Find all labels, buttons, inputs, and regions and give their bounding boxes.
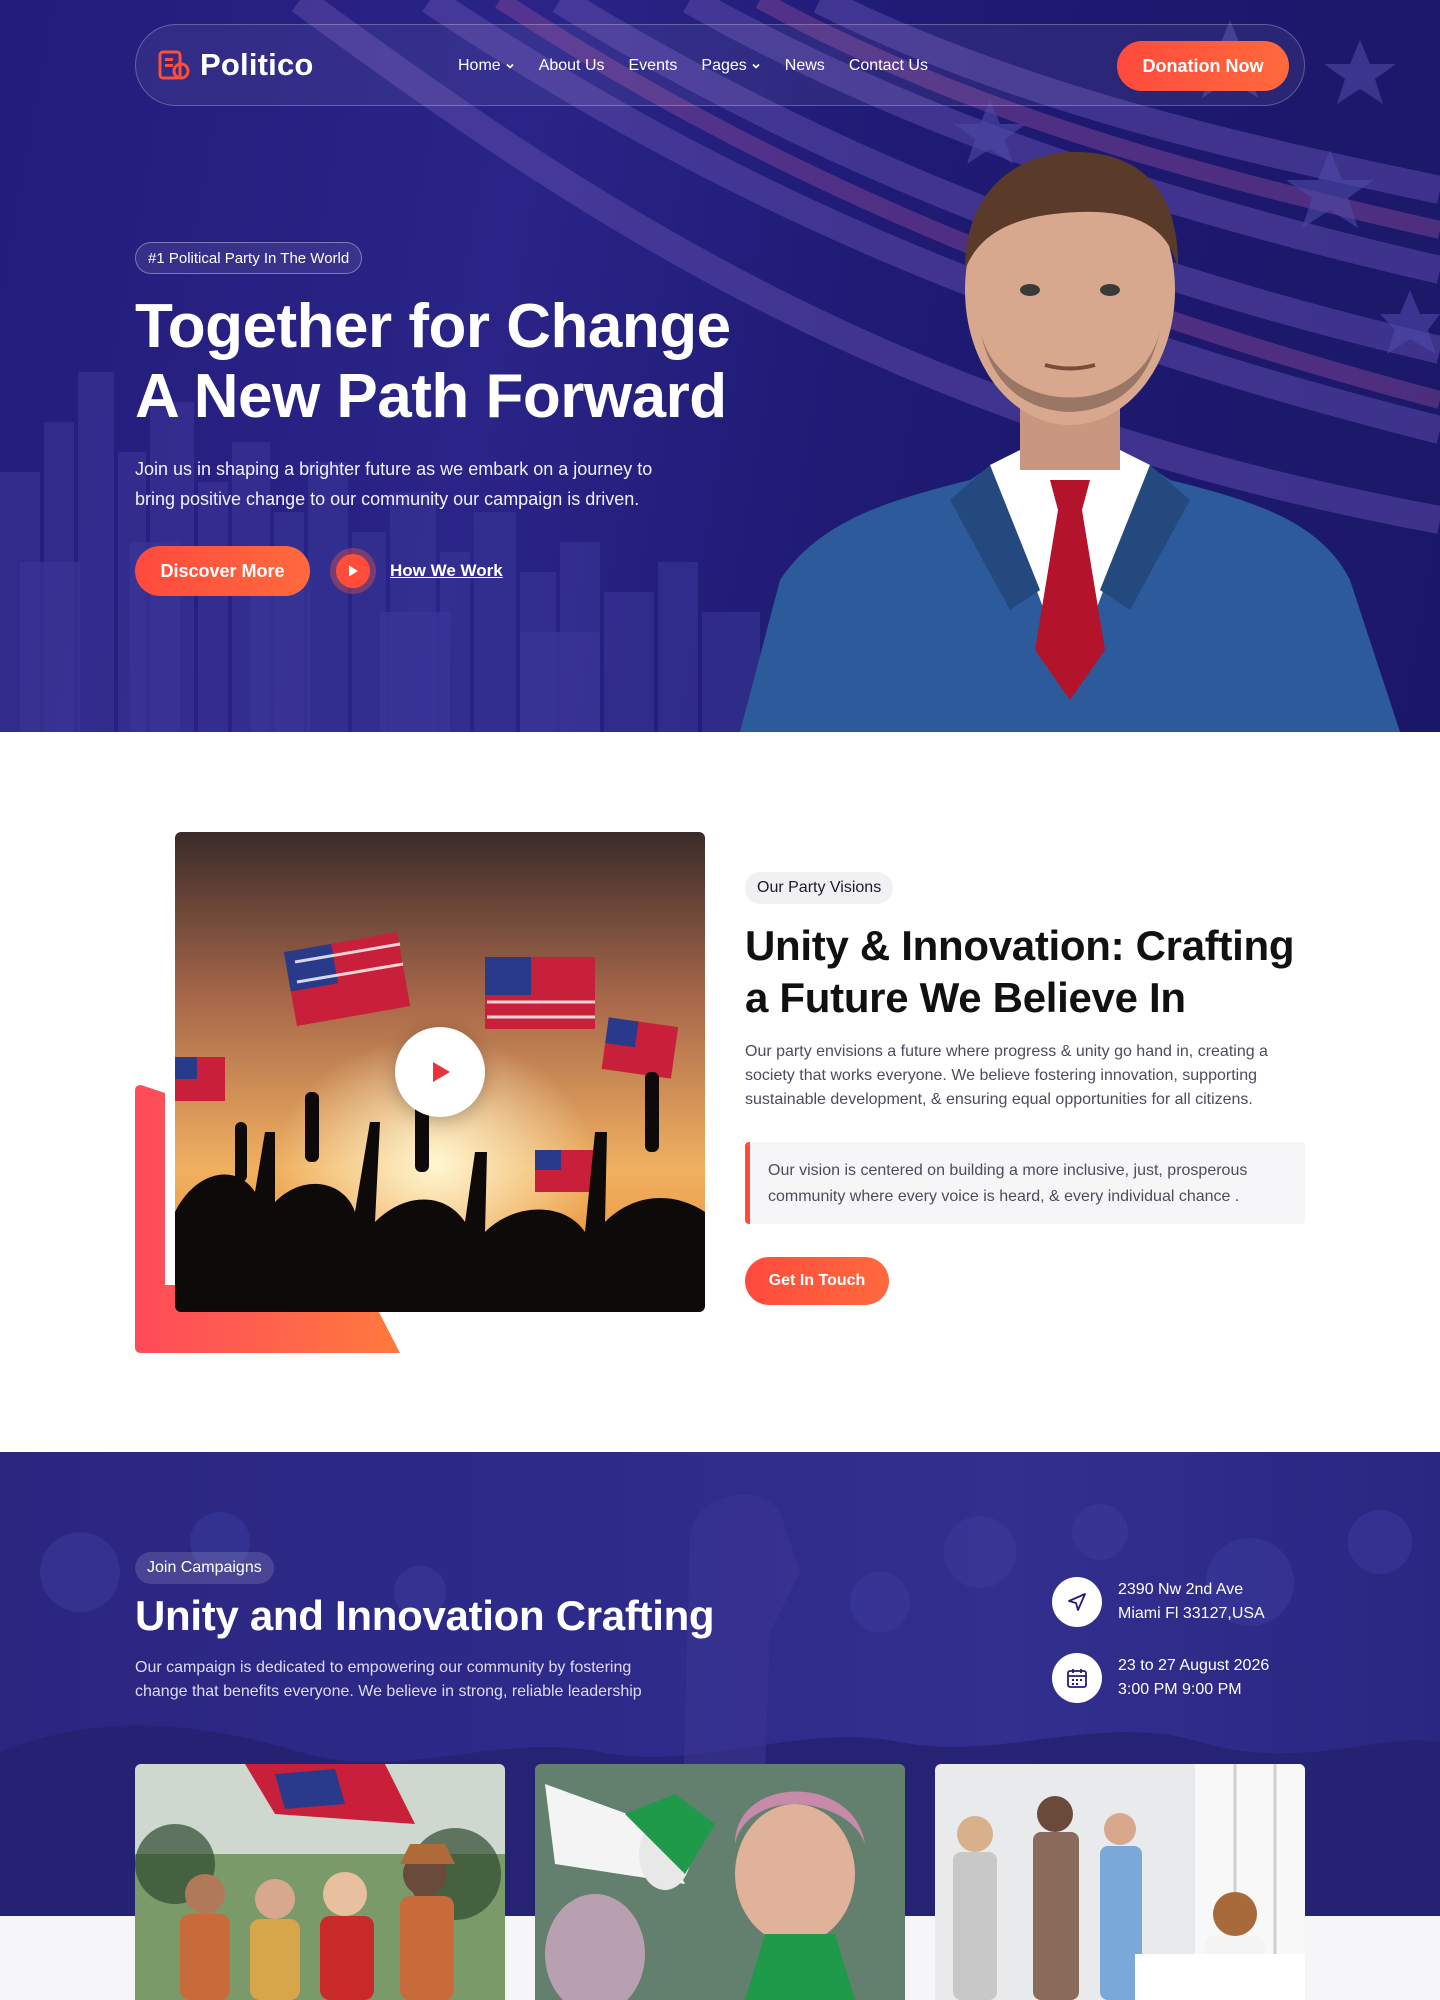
logo[interactable]: Politico: [158, 47, 314, 83]
vision-quote: Our vision is centered on building a mor…: [745, 1142, 1305, 1224]
hero-subtitle-line: Join us in shaping a brighter future as …: [135, 459, 653, 479]
location-arrow-icon: [1052, 1577, 1102, 1627]
get-in-touch-button[interactable]: Get In Touch: [745, 1257, 889, 1305]
vision-quote-line: community where every voice is heard, & …: [768, 1188, 1240, 1205]
vision-text-line: society that works everyone. We believe …: [745, 1067, 1257, 1084]
hero-badge: #1 Political Party In The World: [135, 242, 363, 274]
campaign-card-image: [535, 1764, 905, 2000]
vision-description: Our party envisions a future where progr…: [745, 1040, 1305, 1112]
campaigns-description: Our campaign is dedicated to empowering …: [135, 1656, 715, 1704]
hero-title-line: Together for Change: [135, 292, 731, 361]
play-icon-wrap: [336, 554, 370, 588]
calendar-icon: [1052, 1653, 1102, 1703]
nav-item-news[interactable]: News: [785, 57, 825, 75]
campaigns-tag: Join Campaigns: [135, 1552, 274, 1584]
vision-title-line: a Future We Believe In: [745, 974, 1186, 1021]
date-line: 3:00 PM 9:00 PM: [1118, 1681, 1242, 1698]
nav-item-contact-us[interactable]: Contact Us: [849, 57, 928, 75]
date-line: 23 to 27 August 2026: [1118, 1657, 1270, 1674]
nav-item-about-us[interactable]: About Us: [539, 57, 605, 75]
main-navbar: Politico Home About Us Events Pages News…: [135, 24, 1305, 106]
logo-ballot-icon: [158, 50, 190, 80]
location-line: 2390 Nw 2nd Ave: [1118, 1581, 1244, 1598]
chevron-down-icon: [752, 63, 760, 69]
how-we-work-play-button[interactable]: [330, 548, 376, 594]
nav-item-home[interactable]: Home: [458, 57, 515, 75]
campaigns-title: Unity and Innovation Crafting: [135, 1592, 715, 1639]
campaign-card-image: [935, 1764, 1305, 2000]
nav-item-label: Events: [628, 57, 678, 74]
hero-subtitle-line: bring positive change to our community o…: [135, 489, 640, 509]
discover-more-button[interactable]: Discover More: [135, 546, 310, 596]
vision-quote-line: Our vision is centered on building a mor…: [768, 1162, 1248, 1179]
location-line: Miami Fl 33127,USA: [1118, 1605, 1265, 1622]
main-menu: Home About Us Events Pages News Contact …: [458, 25, 928, 107]
vision-title-line: Unity & Innovation: Crafting: [745, 922, 1295, 969]
nav-item-events[interactable]: Events: [629, 57, 678, 75]
how-we-work-link[interactable]: How We Work: [390, 561, 503, 581]
event-location: 2390 Nw 2nd Ave Miami Fl 33127,USA: [1052, 1577, 1265, 1627]
nav-item-label: News: [784, 57, 825, 74]
play-icon: [349, 565, 358, 577]
vision-text-line: sustainable development, & ensuring equa…: [745, 1091, 1253, 1108]
nav-item-label: Pages: [701, 57, 747, 74]
nav-item-label: Contact Us: [848, 57, 928, 74]
chevron-down-icon: [506, 63, 514, 69]
candidate-portrait-image: [740, 151, 1400, 732]
vision-video-play-button[interactable]: [395, 1027, 485, 1117]
vision-title: Unity & Innovation: Crafting a Future We…: [745, 920, 1305, 1024]
logo-text: Politico: [200, 47, 314, 82]
hero-subtitle: Join us in shaping a brighter future as …: [135, 454, 695, 514]
nav-item-label: Home: [458, 57, 501, 74]
vision-text-line: Our party envisions a future where progr…: [745, 1043, 1268, 1060]
hero-title: Together for Change A New Path Forward: [135, 292, 815, 432]
play-icon: [433, 1062, 450, 1082]
campaign-card-meeting[interactable]: [935, 1764, 1305, 2000]
hero-title-line: A New Path Forward: [135, 362, 727, 431]
campaigns-text-line: Our campaign is dedicated to empowering …: [135, 1659, 632, 1676]
vision-tag: Our Party Visions: [745, 872, 894, 904]
campaign-card-image: [135, 1764, 505, 2000]
nav-item-label: About Us: [538, 57, 605, 74]
hero-section: Politico Home About Us Events Pages News…: [0, 0, 1440, 732]
nav-item-pages[interactable]: Pages: [701, 57, 760, 75]
campaign-card-rally[interactable]: [135, 1764, 505, 2000]
event-date: 23 to 27 August 2026 3:00 PM 9:00 PM: [1052, 1653, 1269, 1703]
campaign-card-protest[interactable]: [535, 1764, 905, 2000]
campaigns-text-line: change that benefits everyone. We believ…: [135, 1683, 642, 1700]
date-text: 23 to 27 August 2026 3:00 PM 9:00 PM: [1118, 1654, 1269, 1702]
location-text: 2390 Nw 2nd Ave Miami Fl 33127,USA: [1118, 1578, 1265, 1626]
donation-now-button[interactable]: Donation Now: [1117, 41, 1289, 91]
